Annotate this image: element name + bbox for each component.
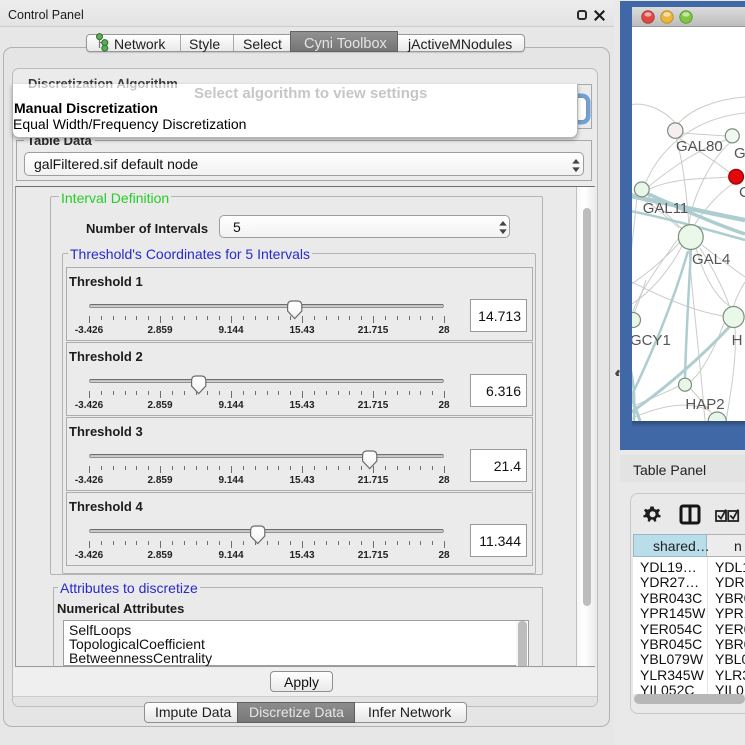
svg-text:GAL4: GAL4 — [692, 251, 730, 268]
svg-text:HAP2: HAP2 — [685, 396, 724, 413]
svg-text:GCY1: GCY1 — [632, 332, 671, 349]
svg-text:GAL80: GAL80 — [676, 138, 723, 155]
svg-text:H: H — [732, 332, 743, 349]
svg-text:GA: GA — [734, 145, 745, 162]
svg-text:GAL11: GAL11 — [643, 200, 689, 217]
svg-text:C: C — [739, 184, 745, 201]
